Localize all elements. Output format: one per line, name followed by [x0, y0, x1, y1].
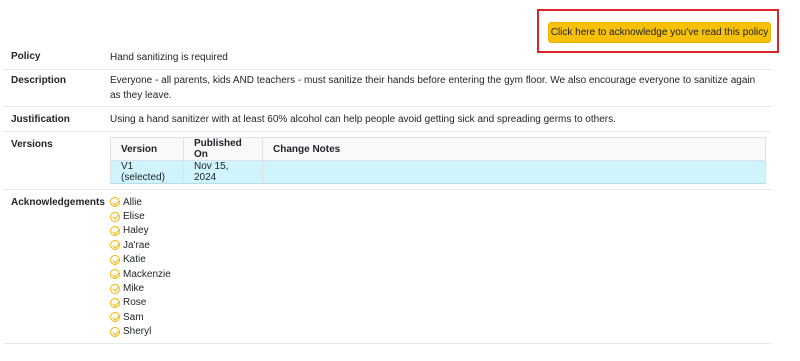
versions-table: Version Published On Change Notes V1 (se…	[110, 137, 766, 184]
acknowledgements-label: Acknowledgements	[11, 197, 105, 208]
acknowledgement-name: Sam	[123, 311, 144, 323]
check-circle-icon	[110, 269, 120, 280]
acknowledgement-name: Haley	[123, 225, 149, 237]
acknowledge-button[interactable]: Click here to acknowledge you've read th…	[548, 22, 771, 43]
acknowledgements-row: Acknowledgements Allie Elise Haley Ja'ra…	[4, 190, 771, 344]
list-item: Rose	[110, 296, 171, 310]
policy-value: Hand sanitizing is required	[110, 52, 228, 63]
versions-label: Versions	[11, 139, 53, 150]
justification-label: Justification	[11, 114, 70, 125]
acknowledgement-name: Katie	[123, 254, 146, 266]
list-item: Sheryl	[110, 325, 171, 339]
list-item: Elise	[110, 209, 171, 223]
list-item: Mackenzie	[110, 267, 171, 281]
version-column-header: Version	[110, 137, 184, 161]
acknowledgements-list: Allie Elise Haley Ja'rae Katie Mackenzie…	[110, 195, 171, 339]
list-item: Allie	[110, 195, 171, 209]
description-value: Everyone - all parents, kids AND teacher…	[110, 75, 756, 101]
published-on-column-header: Published On	[183, 137, 263, 161]
list-item: Ja'rae	[110, 238, 171, 252]
check-circle-icon	[110, 326, 120, 337]
check-circle-icon	[110, 240, 120, 251]
justification-value: Using a hand sanitizer with at least 60%…	[110, 114, 616, 125]
acknowledgement-name: Elise	[123, 211, 145, 223]
acknowledgement-name: Allie	[123, 196, 142, 208]
justification-row: Justification Using a hand sanitizer wit…	[4, 107, 771, 132]
description-label: Description	[11, 75, 67, 86]
policy-row: Policy Hand sanitizing is required	[4, 46, 771, 70]
policy-label: Policy	[11, 51, 41, 62]
change-notes-column-header: Change Notes	[262, 137, 766, 161]
check-circle-icon	[110, 225, 120, 236]
versions-row: Versions Version Published On Change Not…	[4, 132, 771, 190]
list-item: Haley	[110, 224, 171, 238]
check-circle-icon	[110, 312, 120, 323]
check-circle-icon	[110, 211, 120, 222]
description-row: Description Everyone - all parents, kids…	[4, 70, 771, 107]
change-notes-cell	[262, 160, 766, 184]
list-item: Sam	[110, 310, 171, 324]
check-circle-icon	[110, 254, 120, 265]
check-circle-icon	[110, 297, 120, 308]
acknowledgement-name: Sheryl	[123, 326, 152, 338]
acknowledgement-name: Rose	[123, 297, 147, 309]
acknowledgement-name: Mackenzie	[123, 268, 171, 280]
check-circle-icon	[110, 283, 120, 294]
list-item: Katie	[110, 253, 171, 267]
version-cell: V1 (selected)	[110, 160, 184, 184]
acknowledgement-name: Mike	[123, 283, 145, 295]
check-circle-icon	[110, 197, 120, 208]
published-on-cell: Nov 15, 2024	[183, 160, 263, 184]
acknowledgement-name: Ja'rae	[123, 239, 150, 251]
table-row[interactable]: V1 (selected) Nov 15, 2024	[110, 160, 766, 184]
list-item: Mike	[110, 281, 171, 295]
versions-table-header: Version Published On Change Notes	[110, 137, 766, 161]
